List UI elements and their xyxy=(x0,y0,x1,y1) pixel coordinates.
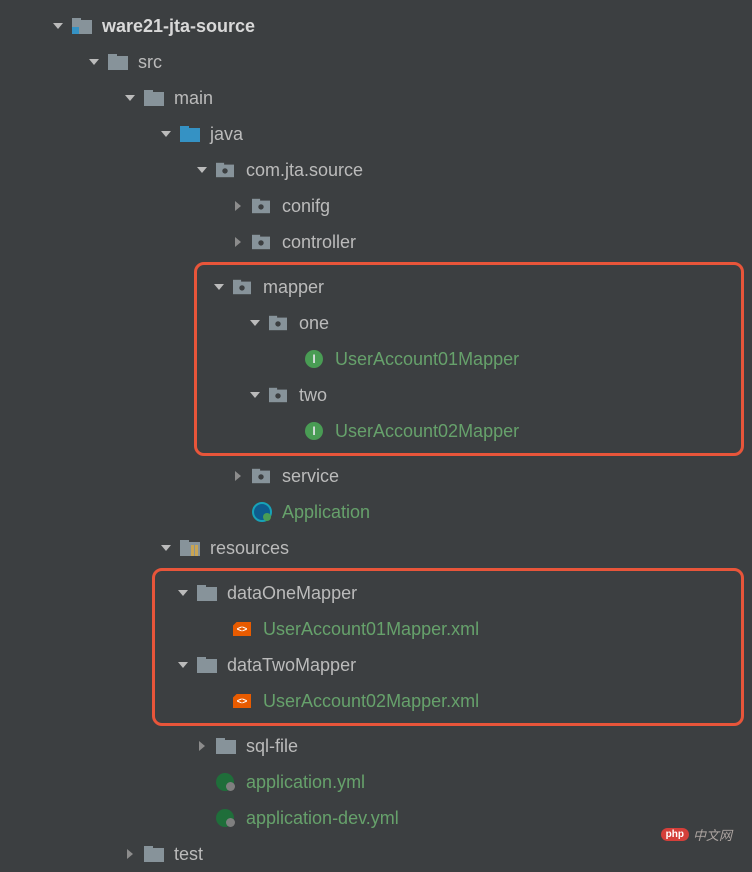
folder-icon xyxy=(108,54,130,70)
chevron-right-icon[interactable] xyxy=(230,471,246,481)
tree-row-ua01xml[interactable]: <> UserAccount01Mapper.xml xyxy=(159,611,737,647)
tree-item-label: dataTwoMapper xyxy=(227,655,356,676)
tree-item-label: ware21-jta-source xyxy=(102,16,255,37)
tree-item-label: two xyxy=(299,385,327,406)
tree-row-mapper[interactable]: mapper xyxy=(201,269,737,305)
chevron-down-icon[interactable] xyxy=(175,588,191,598)
tree-item-label: service xyxy=(282,466,339,487)
tree-item-label: resources xyxy=(210,538,289,559)
chevron-right-icon[interactable] xyxy=(230,237,246,247)
spring-class-icon xyxy=(252,502,274,522)
tree-item-label: dataOneMapper xyxy=(227,583,357,604)
tree-row-test[interactable]: test xyxy=(0,836,752,872)
tree-item-label: UserAccount02Mapper.xml xyxy=(263,691,479,712)
tree-row-main[interactable]: main xyxy=(0,80,752,116)
tree-row-appdevyml[interactable]: application-dev.yml xyxy=(0,800,752,836)
chevron-down-icon[interactable] xyxy=(158,129,174,139)
package-icon xyxy=(216,162,238,178)
interface-icon: I xyxy=(305,350,327,368)
tree-row-one[interactable]: one xyxy=(201,305,737,341)
tree-row-ua02mapper[interactable]: I UserAccount02Mapper xyxy=(201,413,737,449)
tree-row-conifg[interactable]: conifg xyxy=(0,188,752,224)
tree-item-label: UserAccount01Mapper.xml xyxy=(263,619,479,640)
chevron-down-icon[interactable] xyxy=(247,390,263,400)
chevron-right-icon[interactable] xyxy=(194,741,210,751)
tree-row-root[interactable]: ware21-jta-source xyxy=(0,8,752,44)
tree-item-label: UserAccount01Mapper xyxy=(335,349,519,370)
watermark-logo: php xyxy=(661,828,689,841)
tree-row-appyml[interactable]: application.yml xyxy=(0,764,752,800)
chevron-right-icon[interactable] xyxy=(230,201,246,211)
tree-row-dataonemapper[interactable]: dataOneMapper xyxy=(159,575,737,611)
tree-row-package[interactable]: com.jta.source xyxy=(0,152,752,188)
tree-item-label: controller xyxy=(282,232,356,253)
package-icon xyxy=(269,315,291,331)
source-folder-icon xyxy=(180,126,202,142)
tree-item-label: application-dev.yml xyxy=(246,808,399,829)
folder-icon xyxy=(197,657,219,673)
resources-folder-icon xyxy=(180,540,202,556)
package-icon xyxy=(269,387,291,403)
highlight-box-xml: dataOneMapper <> UserAccount01Mapper.xml… xyxy=(152,568,744,726)
tree-row-two[interactable]: two xyxy=(201,377,737,413)
tree-item-label: src xyxy=(138,52,162,73)
package-icon xyxy=(233,279,255,295)
yml-file-icon xyxy=(216,773,238,791)
chevron-down-icon[interactable] xyxy=(86,57,102,67)
tree-item-label: Application xyxy=(282,502,370,523)
package-icon xyxy=(252,468,274,484)
chevron-down-icon[interactable] xyxy=(122,93,138,103)
tree-item-label: java xyxy=(210,124,243,145)
tree-row-java[interactable]: java xyxy=(0,116,752,152)
tree-row-controller[interactable]: controller xyxy=(0,224,752,260)
xml-file-icon: <> xyxy=(233,622,255,636)
tree-row-ua02xml[interactable]: <> UserAccount02Mapper.xml xyxy=(159,683,737,719)
chevron-down-icon[interactable] xyxy=(50,21,66,31)
tree-item-label: test xyxy=(174,844,203,865)
watermark-text: 中文网 xyxy=(693,825,732,844)
interface-icon: I xyxy=(305,422,327,440)
chevron-right-icon[interactable] xyxy=(122,849,138,859)
package-icon xyxy=(252,234,274,250)
tree-row-service[interactable]: service xyxy=(0,458,752,494)
tree-row-sqlfile[interactable]: sql-file xyxy=(0,728,752,764)
chevron-down-icon[interactable] xyxy=(175,660,191,670)
tree-item-label: conifg xyxy=(282,196,330,217)
chevron-down-icon[interactable] xyxy=(247,318,263,328)
yml-file-icon xyxy=(216,809,238,827)
tree-item-label: mapper xyxy=(263,277,324,298)
folder-icon xyxy=(144,90,166,106)
tree-item-label: one xyxy=(299,313,329,334)
tree-row-resources[interactable]: resources xyxy=(0,530,752,566)
tree-row-datatwomapper[interactable]: dataTwoMapper xyxy=(159,647,737,683)
xml-file-icon: <> xyxy=(233,694,255,708)
chevron-down-icon[interactable] xyxy=(158,543,174,553)
folder-icon xyxy=(197,585,219,601)
tree-row-ua01mapper[interactable]: I UserAccount01Mapper xyxy=(201,341,737,377)
tree-row-application[interactable]: Application xyxy=(0,494,752,530)
folder-icon xyxy=(144,846,166,862)
tree-item-label: com.jta.source xyxy=(246,160,363,181)
tree-row-src[interactable]: src xyxy=(0,44,752,80)
tree-item-label: application.yml xyxy=(246,772,365,793)
folder-icon xyxy=(216,738,238,754)
chevron-down-icon[interactable] xyxy=(211,282,227,292)
chevron-down-icon[interactable] xyxy=(194,165,210,175)
highlight-box-mapper: mapper one I UserAccount01Mapper two I U… xyxy=(194,262,744,456)
tree-item-label: sql-file xyxy=(246,736,298,757)
tree-item-label: UserAccount02Mapper xyxy=(335,421,519,442)
watermark: php 中文网 xyxy=(661,825,732,844)
package-icon xyxy=(252,198,274,214)
module-folder-icon xyxy=(72,18,94,34)
tree-item-label: main xyxy=(174,88,213,109)
